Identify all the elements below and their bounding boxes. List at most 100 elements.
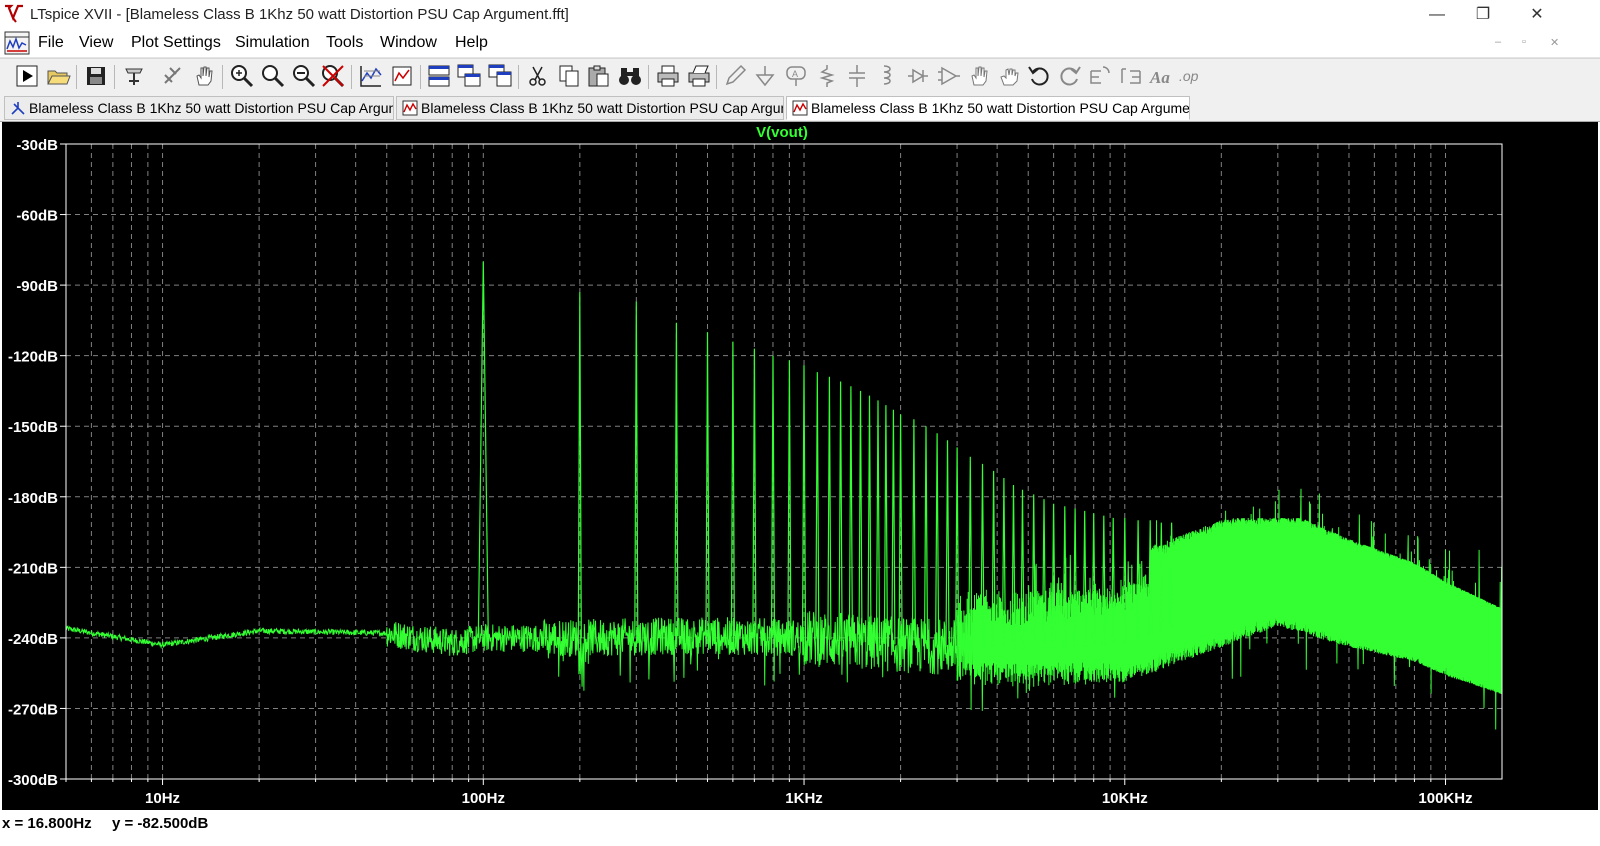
y-tick-label: -180dB <box>8 490 58 507</box>
x-tick-label: 100Hz <box>462 790 505 807</box>
schematic-icon <box>11 102 25 115</box>
harmonic-spike <box>883 405 888 644</box>
tab-label: Blameless Class B 1Khz 50 watt Distortio… <box>421 100 784 116</box>
save-icon[interactable] <box>83 63 109 89</box>
plot-frame <box>65 143 1503 780</box>
zoom-area-icon[interactable] <box>229 63 255 89</box>
tab-waveform[interactable]: Blameless Class B 1Khz 50 watt Distortio… <box>396 96 784 120</box>
restore-button[interactable]: ❐ <box>1460 0 1506 30</box>
autorange-icon[interactable] <box>358 63 384 89</box>
cursor-y-readout: y = -82.500dB <box>112 815 209 832</box>
undo-icon[interactable] <box>1026 63 1052 89</box>
x-tick-label: 10KHz <box>1102 790 1148 807</box>
capacitor-icon[interactable] <box>844 63 870 89</box>
rotate-icon[interactable] <box>1087 63 1113 89</box>
tab-fft[interactable]: Blameless Class B 1Khz 50 watt Distortio… <box>786 96 1190 120</box>
x-tick-label: 1KHz <box>785 790 823 807</box>
title-bar: LTspice XVII - [Blameless Class B 1Khz 5… <box>0 0 1600 30</box>
svg-text:Aa: Aa <box>1149 68 1170 87</box>
move-hand-icon[interactable] <box>966 63 992 89</box>
svg-text:.op: .op <box>1179 68 1199 84</box>
find-binoculars-icon[interactable] <box>617 63 643 89</box>
menu-simulation[interactable]: Simulation <box>235 34 310 52</box>
y-tick-label: -270dB <box>8 701 58 718</box>
drag-hand-icon[interactable] <box>996 63 1022 89</box>
trace-name-label[interactable]: V(vout) <box>756 124 808 141</box>
fft-chart[interactable]: -30dB -60dB -90dB -120dB -150dB -180dB -210dB -… <box>2 122 1598 810</box>
harmonic-spike <box>891 409 896 645</box>
copy-icon[interactable] <box>556 63 582 89</box>
spice-directive-icon[interactable]: .op <box>1178 63 1204 89</box>
inductor-icon[interactable] <box>874 63 900 89</box>
diode-icon[interactable] <box>905 63 931 89</box>
menu-bar: File View Plot Settings Simulation Tools… <box>0 30 1600 58</box>
print-icon[interactable] <box>655 63 681 89</box>
component-icon[interactable] <box>936 63 962 89</box>
document-tab-bar: Blameless Class B 1Khz 50 watt Distortio… <box>0 95 1600 122</box>
tile-vertical-icon[interactable] <box>487 63 513 89</box>
mdi-minimize-button[interactable]: – <box>1495 36 1501 48</box>
print-setup-icon[interactable] <box>686 63 712 89</box>
waveform-icon <box>402 100 418 116</box>
mdi-close-button[interactable]: ✕ <box>1550 36 1559 49</box>
cascade-icon[interactable] <box>456 63 482 89</box>
y-tick-label: -90dB <box>16 278 58 295</box>
tab-label: Blameless Class B 1Khz 50 watt Distortio… <box>811 100 1190 116</box>
waveform-document-icon[interactable] <box>4 31 30 55</box>
redo-icon[interactable] <box>1057 63 1083 89</box>
harmonic-spike <box>911 419 916 646</box>
y-tick-label: -60dB <box>16 208 58 225</box>
y-tick-label: -240dB <box>8 631 58 648</box>
status-bar: x = 16.800Hz y = -82.500dB <box>0 812 1600 846</box>
harmonic-spike <box>935 433 940 647</box>
draw-pencil-icon[interactable] <box>722 63 748 89</box>
fft-plot-pane[interactable]: -30dB -60dB -90dB -120dB -150dB -180dB -210dB -… <box>2 122 1598 810</box>
menu-plot-settings[interactable]: Plot Settings <box>131 34 221 52</box>
run-icon[interactable] <box>14 63 40 89</box>
menu-window[interactable]: Window <box>380 34 437 52</box>
menu-view[interactable]: View <box>79 34 113 52</box>
tab-schematic[interactable]: Blameless Class B 1Khz 50 watt Distortio… <box>4 96 394 120</box>
pan-hand-icon[interactable] <box>191 63 217 89</box>
menu-tools[interactable]: Tools <box>326 34 363 52</box>
paste-icon[interactable] <box>586 63 612 89</box>
zoom-cancel-icon[interactable] <box>320 63 346 89</box>
harmonic-spike <box>838 381 843 641</box>
open-icon[interactable] <box>45 63 71 89</box>
control-panel-icon[interactable] <box>121 63 147 89</box>
harmonic-spike <box>827 376 832 640</box>
zoom-in-icon[interactable] <box>260 63 286 89</box>
wire-probe-icon[interactable] <box>160 63 186 89</box>
zoom-out-icon[interactable] <box>291 63 317 89</box>
harmonic-spike <box>867 395 872 643</box>
resistor-icon[interactable] <box>814 63 840 89</box>
label-icon[interactable]: A <box>783 63 809 89</box>
minimize-button[interactable]: — <box>1414 0 1460 30</box>
ground-icon[interactable] <box>752 63 778 89</box>
x-tick-label: 100KHz <box>1418 790 1472 807</box>
harmonic-spike <box>752 348 757 637</box>
mdi-restore-button[interactable]: ▫ <box>1522 36 1526 48</box>
harmonic-spike <box>858 390 863 643</box>
harmonic-spike <box>848 386 853 642</box>
y-tick-label: -210dB <box>8 560 58 577</box>
x-tick-label: 10Hz <box>145 790 180 807</box>
text-icon[interactable]: Aa <box>1148 63 1174 89</box>
close-button[interactable]: ✕ <box>1514 0 1560 30</box>
waveform-icon <box>792 100 808 116</box>
harmonic-spike <box>945 440 950 647</box>
harmonic-spike <box>815 372 820 639</box>
y-tick-label: -300dB <box>8 772 58 789</box>
menu-help[interactable]: Help <box>455 34 488 52</box>
dense-spectrum-band <box>956 518 1503 694</box>
cursor-x-readout: x = 16.800Hz <box>2 815 92 832</box>
harmonic-spike <box>923 426 929 646</box>
zoom-fit-icon[interactable] <box>389 63 415 89</box>
toolbar: A Aa .op <box>0 58 1600 96</box>
y-tick-label: -120dB <box>8 349 58 366</box>
tile-horizontal-icon[interactable] <box>426 63 452 89</box>
tab-label: Blameless Class B 1Khz 50 watt Distortio… <box>29 100 394 116</box>
mirror-icon[interactable] <box>1118 63 1144 89</box>
cut-icon[interactable] <box>525 63 551 89</box>
menu-file[interactable]: File <box>38 34 64 52</box>
